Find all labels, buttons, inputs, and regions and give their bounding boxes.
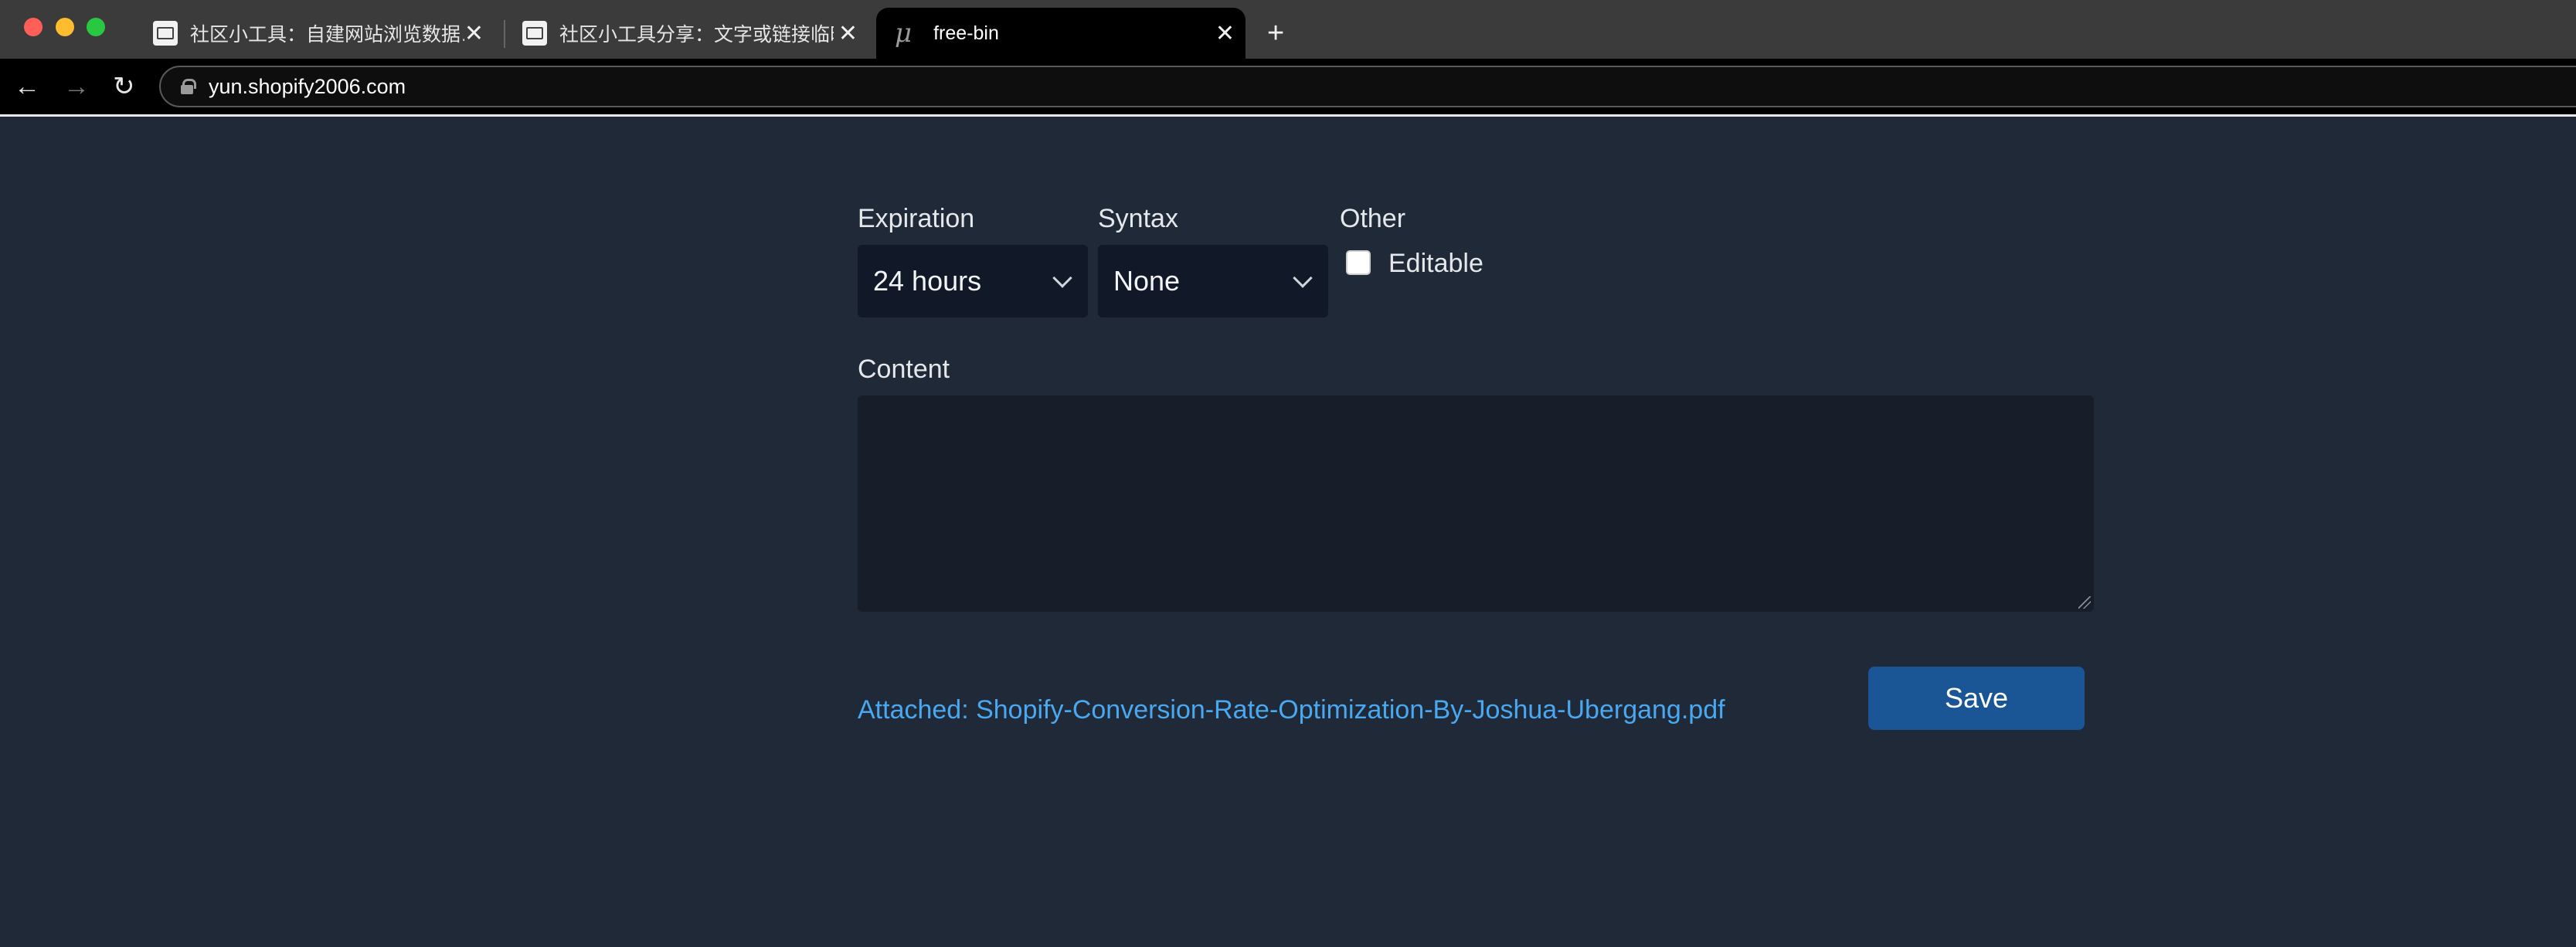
mu-favicon-icon: μ: [895, 18, 912, 49]
browser-tab-bar: 社区小工具：自建网站浏览数据… ✕ 社区小工具分享：文字或链接临时… ✕ μ f…: [0, 0, 2576, 59]
tab-close-icon[interactable]: ✕: [1215, 8, 1235, 59]
chevron-down-icon: [1293, 268, 1313, 288]
browser-tab-active[interactable]: μ free-bin ✕: [876, 8, 1246, 59]
tab-close-icon[interactable]: ✕: [838, 8, 858, 59]
window-minimize-button[interactable]: [56, 18, 74, 36]
content-label: Content: [858, 355, 950, 384]
site-favicon-icon: [522, 21, 547, 46]
syntax-label: Syntax: [1098, 204, 1178, 233]
syntax-value: None: [1113, 265, 1181, 297]
window-maximize-button[interactable]: [87, 18, 105, 36]
tab-title: free-bin: [933, 22, 999, 44]
site-favicon-icon: [153, 21, 178, 46]
browser-tab-1[interactable]: 社区小工具：自建网站浏览数据… ✕: [139, 8, 494, 59]
tab-separator: [504, 20, 505, 48]
syntax-select[interactable]: None: [1098, 245, 1328, 317]
browser-toolbar: ← → ↻ yun.shopify2006.com: [0, 59, 2576, 114]
tab-title: 社区小工具分享：文字或链接临时…: [559, 24, 834, 46]
address-bar[interactable]: yun.shopify2006.com: [159, 66, 2576, 107]
chevron-down-icon: [1052, 268, 1072, 288]
resize-handle-icon[interactable]: [2078, 596, 2091, 609]
back-arrow-icon[interactable]: ←: [14, 59, 40, 114]
save-button[interactable]: Save: [1868, 667, 2085, 730]
tab-close-icon[interactable]: ✕: [464, 8, 484, 59]
editable-label[interactable]: Editable: [1388, 249, 1483, 279]
reload-icon[interactable]: ↻: [113, 59, 135, 114]
expiration-value: 24 hours: [873, 265, 982, 297]
attached-file-link[interactable]: Attached: Shopify-Conversion-Rate-Optimi…: [858, 695, 1725, 725]
browser-tab-2[interactable]: 社区小工具分享：文字或链接临时… ✕: [508, 8, 868, 59]
editable-checkbox[interactable]: [1346, 250, 1371, 275]
forward-arrow-icon[interactable]: →: [63, 59, 90, 114]
expiration-select[interactable]: 24 hours: [858, 245, 1088, 317]
page-top-border: [0, 114, 2576, 117]
url-text: yun.shopify2006.com: [209, 74, 406, 98]
expiration-label: Expiration: [858, 204, 975, 233]
tab-title: 社区小工具：自建网站浏览数据…: [190, 24, 464, 46]
new-tab-button[interactable]: +: [1267, 9, 1284, 57]
other-label: Other: [1340, 204, 1406, 233]
content-textarea[interactable]: [858, 395, 2094, 612]
lock-icon[interactable]: [181, 79, 196, 94]
window-close-button[interactable]: [24, 18, 42, 36]
